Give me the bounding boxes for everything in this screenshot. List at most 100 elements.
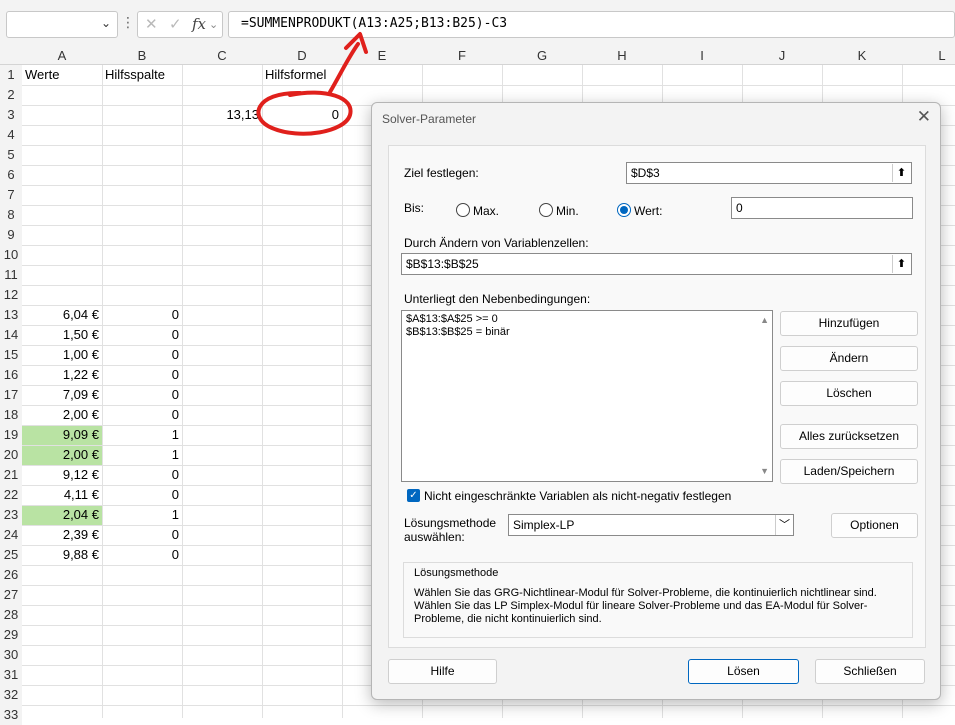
column-header-l[interactable]: L (902, 46, 955, 65)
column-header-e[interactable]: E (342, 46, 422, 65)
column-header-k[interactable]: K (822, 46, 902, 65)
cell-a1[interactable]: Werte (22, 65, 102, 85)
row-header[interactable]: 28 (0, 605, 22, 625)
row-header[interactable]: 21 (0, 465, 22, 485)
range-picker-icon[interactable]: ⬆ (892, 164, 910, 182)
row-header[interactable]: 18 (0, 405, 22, 425)
row-header[interactable]: 26 (0, 565, 22, 585)
row-header[interactable]: 6 (0, 165, 22, 185)
row-header[interactable]: 12 (0, 285, 22, 305)
chevron-down-icon[interactable]: ⌄ (101, 16, 111, 30)
row-header[interactable]: 31 (0, 665, 22, 685)
row-header[interactable]: 3 (0, 105, 22, 125)
radio-max[interactable] (456, 203, 470, 217)
help-button[interactable]: Hilfe (388, 659, 497, 684)
row-header[interactable]: 22 (0, 485, 22, 505)
close-button[interactable]: Schließen (815, 659, 925, 684)
more-options-icon[interactable]: ⋮ (121, 14, 135, 31)
row-header[interactable]: 8 (0, 205, 22, 225)
row-header[interactable]: 23 (0, 505, 22, 525)
cell-b20[interactable]: 1 (102, 445, 182, 465)
radio-wert[interactable] (617, 203, 631, 217)
row-header[interactable]: 30 (0, 645, 22, 665)
cell-d3[interactable]: 0 (262, 105, 342, 125)
cell-b23[interactable]: 1 (102, 505, 182, 525)
radio-min[interactable] (539, 203, 553, 217)
row-header[interactable]: 32 (0, 685, 22, 705)
cell-a23[interactable]: 2,04 € (22, 505, 102, 525)
row-header[interactable]: 9 (0, 225, 22, 245)
cell-a15[interactable]: 1,00 € (22, 345, 102, 365)
cell-a13[interactable]: 6,04 € (22, 305, 102, 325)
row-header[interactable]: 19 (0, 425, 22, 445)
constraint-item[interactable]: $B$13:$B$25 = binär (406, 326, 768, 339)
row-header[interactable]: 11 (0, 265, 22, 285)
cell-b18[interactable]: 0 (102, 405, 182, 425)
close-icon[interactable]: ✕ (917, 107, 931, 127)
name-box[interactable]: ⌄ (6, 11, 118, 38)
row-header[interactable]: 15 (0, 345, 22, 365)
row-header[interactable]: 5 (0, 145, 22, 165)
row-header[interactable]: 27 (0, 585, 22, 605)
cell-b19[interactable]: 1 (102, 425, 182, 445)
cell-a17[interactable]: 7,09 € (22, 385, 102, 405)
enter-icon[interactable]: ✓ (169, 15, 182, 33)
cell-b1[interactable]: Hilfsspalte (102, 65, 182, 85)
cancel-icon[interactable]: ✕ (145, 15, 158, 33)
formula-input[interactable]: =SUMMENPRODUKT(A13:A25;B13:B25)-C3 (228, 11, 955, 38)
row-header[interactable]: 16 (0, 365, 22, 385)
cell-b15[interactable]: 0 (102, 345, 182, 365)
cell-b14[interactable]: 0 (102, 325, 182, 345)
nonnegative-label[interactable]: Nicht eingeschränkte Variablen als nicht… (424, 489, 731, 503)
cell-a22[interactable]: 4,11 € (22, 485, 102, 505)
scroll-down-icon[interactable]: ▼ (760, 465, 769, 478)
row-header[interactable]: 7 (0, 185, 22, 205)
constraints-list[interactable]: $A$13:$A$25 >= 0 $B$13:$B$25 = binär ▲ ▼ (401, 310, 773, 482)
cell-a14[interactable]: 1,50 € (22, 325, 102, 345)
reset-all-button[interactable]: Alles zurücksetzen (780, 424, 918, 449)
radio-min-label[interactable]: Min. (556, 204, 579, 218)
column-header-c[interactable]: C (182, 46, 262, 65)
cell-b17[interactable]: 0 (102, 385, 182, 405)
cell-b13[interactable]: 0 (102, 305, 182, 325)
column-header-b[interactable]: B (102, 46, 182, 65)
cell-a20[interactable]: 2,00 € (22, 445, 102, 465)
solve-button[interactable]: Lösen (688, 659, 799, 684)
cell-b24[interactable]: 0 (102, 525, 182, 545)
row-header[interactable]: 33 (0, 705, 22, 725)
nonnegative-checkbox[interactable]: ✓ (407, 489, 420, 502)
cell-a21[interactable]: 9,12 € (22, 465, 102, 485)
row-header[interactable]: 17 (0, 385, 22, 405)
row-header[interactable]: 2 (0, 85, 22, 105)
insert-function-icon[interactable]: fx (192, 15, 206, 33)
variablen-input[interactable]: $B$13:$B$25 ⬆ (401, 253, 912, 275)
column-header-f[interactable]: F (422, 46, 502, 65)
cell-a19[interactable]: 9,09 € (22, 425, 102, 445)
cell-a24[interactable]: 2,39 € (22, 525, 102, 545)
solving-method-select[interactable]: Simplex-LP ﹀ (508, 514, 794, 536)
add-button[interactable]: Hinzufügen (780, 311, 918, 336)
chevron-down-icon[interactable]: ⌄ (209, 18, 218, 31)
cell-b21[interactable]: 0 (102, 465, 182, 485)
column-header-d[interactable]: D (262, 46, 342, 65)
cell-a18[interactable]: 2,00 € (22, 405, 102, 425)
load-save-button[interactable]: Laden/Speichern (780, 459, 918, 484)
delete-button[interactable]: Löschen (780, 381, 918, 406)
column-header-a[interactable]: A (22, 46, 102, 65)
radio-max-label[interactable]: Max. (473, 204, 499, 218)
range-picker-icon[interactable]: ⬆ (892, 255, 910, 273)
column-header-j[interactable]: J (742, 46, 822, 65)
cell-a16[interactable]: 1,22 € (22, 365, 102, 385)
row-header[interactable]: 14 (0, 325, 22, 345)
cell-c3[interactable]: 13,13 (182, 105, 262, 125)
wert-input[interactable]: 0 (731, 197, 913, 219)
row-header[interactable]: 1 (0, 65, 22, 85)
row-header[interactable]: 20 (0, 445, 22, 465)
cell-d1[interactable]: Hilfsformel (262, 65, 342, 85)
column-header-h[interactable]: H (582, 46, 662, 65)
cell-b25[interactable]: 0 (102, 545, 182, 565)
change-button[interactable]: Ändern (780, 346, 918, 371)
row-header[interactable]: 25 (0, 545, 22, 565)
row-header[interactable]: 4 (0, 125, 22, 145)
scroll-up-icon[interactable]: ▲ (760, 314, 769, 327)
